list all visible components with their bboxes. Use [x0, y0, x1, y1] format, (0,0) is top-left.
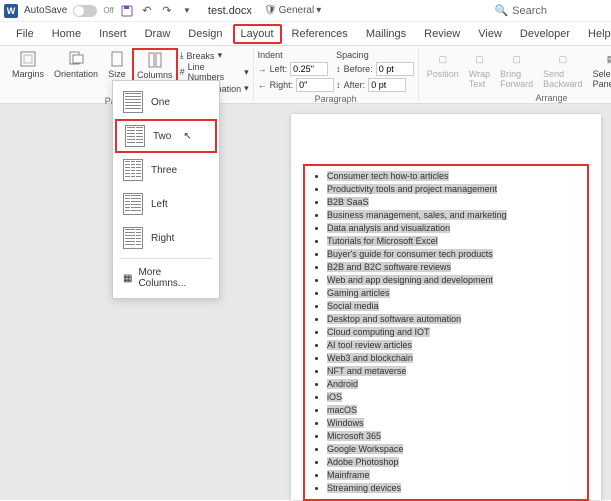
send-backward-button: ▢Send Backward [539, 48, 587, 91]
list-item[interactable]: iOS [327, 391, 581, 404]
word-app-icon: W [4, 4, 18, 18]
list-item[interactable]: B2B and B2C software reviews [327, 261, 581, 274]
position-icon: ▢ [434, 50, 452, 68]
indent-right-input[interactable] [296, 78, 334, 92]
spacing-label: Spacing [336, 50, 414, 60]
list-item[interactable]: Windows [327, 417, 581, 430]
search-placeholder: Search [512, 5, 547, 17]
indent-left-input[interactable] [290, 62, 328, 76]
columns-dropdown: One Two ↖ Three Left Right ▦More Columns… [112, 80, 220, 299]
list-item[interactable]: Business management, sales, and marketin… [327, 209, 581, 222]
tab-draw[interactable]: Draw [137, 24, 179, 44]
list-item[interactable]: B2B SaaS [327, 196, 581, 209]
list-item[interactable]: Web3 and blockchain [327, 352, 581, 365]
selection-pane-button[interactable]: ▤Selection Pane [589, 48, 611, 91]
tab-mailings[interactable]: Mailings [358, 24, 414, 44]
indent-label: Indent [258, 50, 335, 60]
wrap-icon: ▢ [470, 50, 488, 68]
tab-file[interactable]: File [8, 24, 42, 44]
wrap-text-button: ▢Wrap Text [465, 48, 494, 91]
list-item[interactable]: Adobe Photoshop [327, 456, 581, 469]
group-arrange: ▢Position ▢Wrap Text ▢Bring Forward ▢Sen… [419, 48, 611, 101]
tab-layout[interactable]: Layout [233, 24, 282, 44]
list-item[interactable]: NFT and metaverse [327, 365, 581, 378]
list-item[interactable]: Data analysis and visualization [327, 222, 581, 235]
tab-developer[interactable]: Developer [512, 24, 578, 44]
orientation-icon [67, 50, 85, 68]
list-item[interactable]: Buyer's guide for consumer tech products [327, 248, 581, 261]
document-page[interactable]: Consumer tech how-to articlesProductivit… [291, 114, 601, 500]
breaks-button[interactable]: ⤓ Breaks ▾ [180, 50, 249, 61]
bring-forward-icon: ▢ [508, 50, 526, 68]
spacing-before-input[interactable] [376, 62, 414, 76]
list-item[interactable]: Android [327, 378, 581, 391]
autosave-label: AutoSave [24, 5, 67, 16]
list-item[interactable]: Mainframe [327, 469, 581, 482]
list-item[interactable]: Google Workspace [327, 443, 581, 456]
list-item[interactable]: macOS [327, 404, 581, 417]
cursor-icon: ↖ [183, 131, 191, 142]
tab-home[interactable]: Home [44, 24, 89, 44]
selection-pane-icon: ▤ [602, 50, 611, 68]
send-backward-icon: ▢ [554, 50, 572, 68]
search-box[interactable]: 🔍 Search [494, 4, 607, 17]
filename: test.docx [208, 5, 252, 17]
save-icon[interactable] [120, 4, 134, 18]
columns-option-two[interactable]: Two ↖ [115, 119, 217, 153]
arrange-label: Arrange [423, 91, 611, 103]
list-item[interactable]: Desktop and software automation [327, 313, 581, 326]
autosave-toggle[interactable] [73, 5, 97, 17]
columns-icon [146, 51, 164, 69]
list-item[interactable]: Consumer tech how-to articles [327, 170, 581, 183]
ribbon: Margins Orientation Size Columns ⤓ Break… [0, 46, 611, 104]
size-button[interactable]: Size [104, 48, 130, 81]
undo-icon[interactable]: ↶ [140, 4, 154, 18]
paragraph-label: Paragraph [258, 92, 414, 104]
columns-option-three[interactable]: Three [113, 153, 219, 187]
tab-references[interactable]: References [284, 24, 356, 44]
columns-more[interactable]: ▦More Columns... [113, 262, 219, 294]
columns-option-left[interactable]: Left [113, 187, 219, 221]
redo-icon[interactable]: ↷ [160, 4, 174, 18]
ribbon-tabs: FileHomeInsertDrawDesignLayoutReferences… [0, 22, 611, 46]
group-paragraph: Indent →Left: ←Right: Spacing ↕Before: ↕… [254, 48, 419, 101]
autosave-state: Off [103, 6, 114, 15]
list-item[interactable]: Web and app designing and development [327, 274, 581, 287]
columns-option-one[interactable]: One [113, 85, 219, 119]
document-area: Consumer tech how-to articlesProductivit… [0, 104, 611, 500]
position-button: ▢Position [423, 48, 463, 81]
columns-more-icon: ▦ [123, 273, 132, 284]
tab-review[interactable]: Review [416, 24, 468, 44]
line-numbers-button[interactable]: # Line Numbers ▾ [180, 62, 249, 82]
selected-text-region: Consumer tech how-to articlesProductivit… [303, 164, 589, 501]
document-list: Consumer tech how-to articlesProductivit… [311, 170, 581, 495]
list-item[interactable]: Gaming articles [327, 287, 581, 300]
list-item[interactable]: AI tool review articles [327, 339, 581, 352]
title-bar: W AutoSave Off ↶ ↷ ▼ test.docx 🛡 General… [0, 0, 611, 22]
tab-design[interactable]: Design [180, 24, 230, 44]
qat-dropdown-icon[interactable]: ▼ [180, 4, 194, 18]
list-item[interactable]: Streaming devices [327, 482, 581, 495]
margins-icon [19, 50, 37, 68]
columns-button[interactable]: Columns [132, 48, 178, 83]
list-item[interactable]: Productivity tools and project managemen… [327, 183, 581, 196]
columns-option-right[interactable]: Right [113, 221, 219, 255]
sensitivity-label[interactable]: 🛡 General ▾ [264, 5, 321, 16]
tab-view[interactable]: View [470, 24, 510, 44]
list-item[interactable]: Social media [327, 300, 581, 313]
list-item[interactable]: Cloud computing and IOT [327, 326, 581, 339]
search-icon: 🔍 [494, 4, 508, 17]
orientation-button[interactable]: Orientation [50, 48, 102, 81]
margins-button[interactable]: Margins [8, 48, 48, 81]
tab-help[interactable]: Help [580, 24, 611, 44]
list-item[interactable]: Tutorials for Microsoft Excel [327, 235, 581, 248]
size-icon [108, 50, 126, 68]
spacing-after-input[interactable] [368, 78, 406, 92]
list-item[interactable]: Microsoft 365 [327, 430, 581, 443]
tab-insert[interactable]: Insert [91, 24, 135, 44]
bring-forward-button: ▢Bring Forward [496, 48, 537, 91]
